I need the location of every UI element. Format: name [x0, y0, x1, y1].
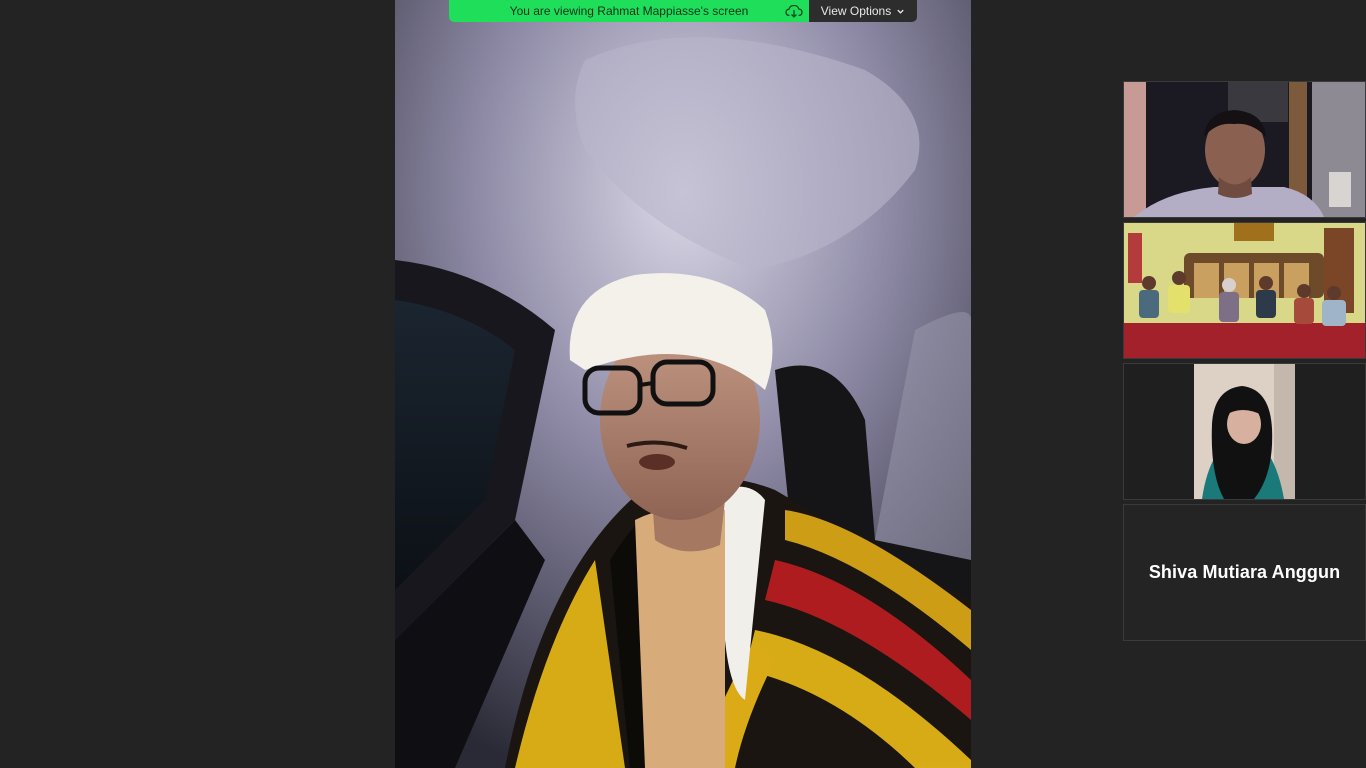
- view-options-button[interactable]: View Options: [809, 0, 917, 22]
- chevron-down-icon: [897, 9, 904, 14]
- viewing-screen-message: You are viewing Rahmat Mappiasse's scree…: [449, 0, 809, 22]
- participant-video-feed: [1124, 82, 1365, 217]
- viewing-screen-text: You are viewing Rahmat Mappiasse's scree…: [509, 4, 749, 18]
- participant-tile[interactable]: [1123, 363, 1366, 500]
- shared-screen-view[interactable]: [395, 0, 971, 768]
- main-video-feed: [395, 0, 971, 768]
- view-options-label: View Options: [820, 4, 892, 18]
- participant-tile[interactable]: [1123, 81, 1366, 218]
- participant-gallery: Shiva Mutiara Anggun: [1123, 81, 1366, 645]
- participant-tile[interactable]: [1123, 222, 1366, 359]
- participant-name: Shiva Mutiara Anggun: [1148, 562, 1341, 582]
- participant-tile-no-video[interactable]: Shiva Mutiara Anggun: [1123, 504, 1366, 641]
- participant-video-feed: [1124, 223, 1365, 358]
- meeting-window: You are viewing Rahmat Mappiasse's scree…: [0, 0, 1366, 768]
- cloud-download-icon[interactable]: [785, 3, 803, 19]
- participant-video-feed: [1124, 364, 1365, 499]
- screen-share-banner: You are viewing Rahmat Mappiasse's scree…: [449, 0, 917, 22]
